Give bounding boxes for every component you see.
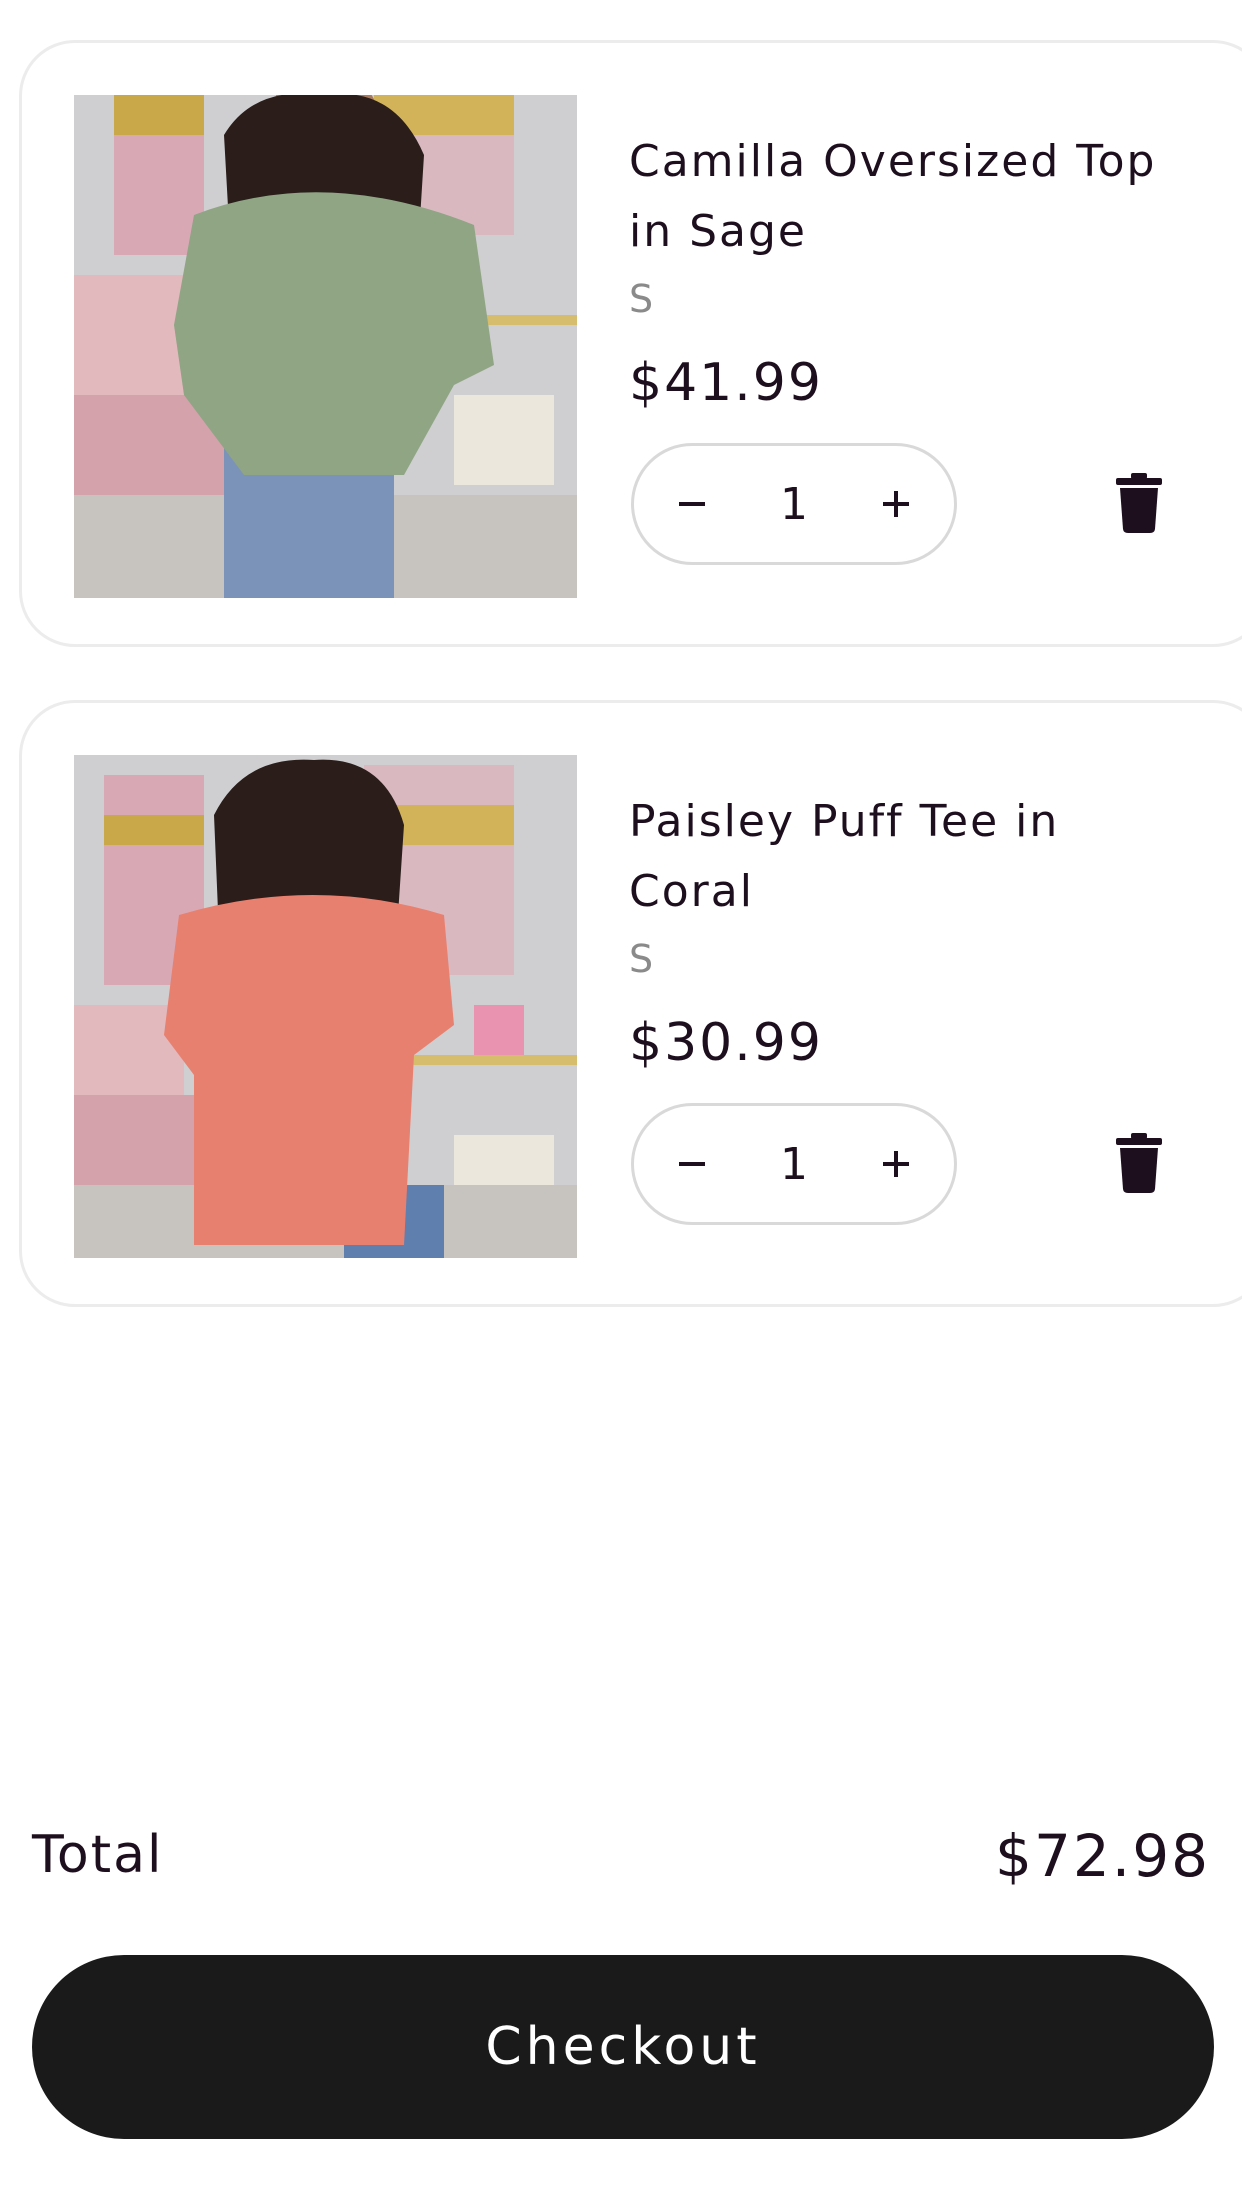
quantity-value: 1	[780, 478, 808, 530]
plus-icon	[883, 491, 909, 517]
product-image[interactable]	[74, 95, 577, 598]
product-photo	[74, 755, 577, 1258]
minus-icon	[679, 1162, 705, 1166]
increase-quantity-button[interactable]	[846, 446, 946, 562]
product-variant: S	[629, 277, 654, 321]
quantity-value: 1	[780, 1138, 808, 1190]
product-variant: S	[629, 937, 654, 981]
cart-item-card: Paisley Puff Tee in Coral S $30.99 1	[19, 700, 1242, 1307]
checkout-button[interactable]: Checkout	[32, 1955, 1214, 2139]
remove-item-button[interactable]	[1116, 473, 1162, 533]
product-price: $30.99	[629, 1013, 823, 1073]
product-title[interactable]: Camilla Oversized Top in Sage	[629, 127, 1189, 267]
product-image[interactable]	[74, 755, 577, 1258]
quantity-stepper: 1	[631, 1103, 957, 1225]
increase-quantity-button[interactable]	[846, 1106, 946, 1222]
trash-icon	[1116, 473, 1162, 533]
cart-item-card: Camilla Oversized Top in Sage S $41.99 1	[19, 40, 1242, 647]
decrease-quantity-button[interactable]	[642, 446, 742, 562]
product-photo	[74, 95, 577, 598]
decrease-quantity-button[interactable]	[642, 1106, 742, 1222]
trash-icon	[1116, 1133, 1162, 1193]
remove-item-button[interactable]	[1116, 1133, 1162, 1193]
quantity-stepper: 1	[631, 443, 957, 565]
product-title[interactable]: Paisley Puff Tee in Coral	[629, 787, 1189, 927]
minus-icon	[679, 502, 705, 506]
plus-icon	[883, 1151, 909, 1177]
total-label: Total	[32, 1825, 164, 1885]
product-price: $41.99	[629, 353, 823, 413]
total-value: $72.98	[995, 1822, 1210, 1890]
